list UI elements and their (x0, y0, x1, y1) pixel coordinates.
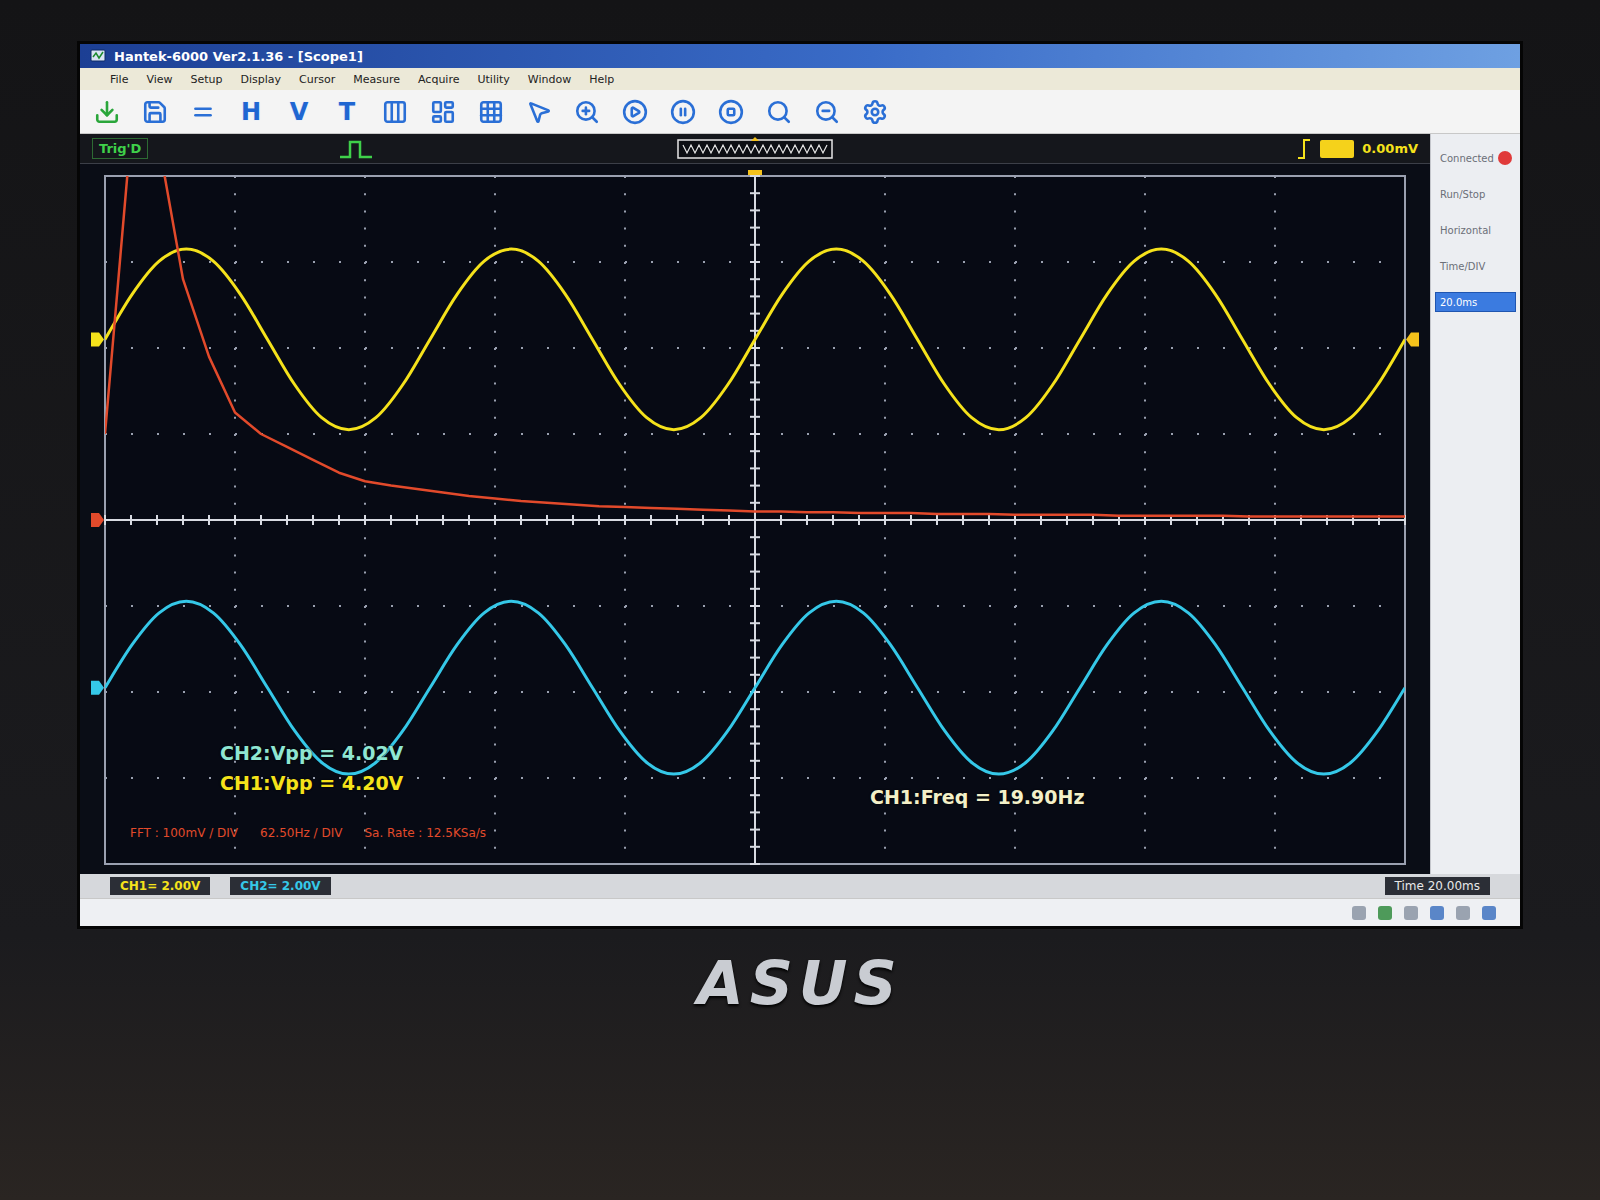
time-scale[interactable]: Time 20.00ms (1385, 877, 1490, 895)
menu-item[interactable]: Window (528, 73, 571, 86)
ch1-trace (105, 249, 1405, 430)
toolbar-icon (574, 99, 600, 125)
tray-icon[interactable] (1378, 906, 1392, 920)
toolbar-icon (142, 99, 168, 125)
measurement: CH2:Vpp = 4.02V (220, 742, 403, 764)
toolbar-icon (670, 99, 696, 125)
menu-item[interactable]: Acquire (418, 73, 459, 86)
toolbar-button[interactable] (666, 95, 700, 129)
fft-info-text: Sa. Rate : 12.5KSa/s (364, 826, 486, 840)
tray-icon[interactable] (1482, 906, 1496, 920)
plot-frame: CH2:Vpp = 4.02V CH1:Vpp = 4.20V CH1:Freq =… (80, 164, 1430, 874)
toolbar-icon (814, 99, 840, 125)
channel-scale[interactable]: CH1= 2.00V (110, 877, 210, 895)
menu-item[interactable]: View (146, 73, 172, 86)
trigger-slope-icon (1296, 138, 1312, 160)
scope-plot[interactable] (90, 170, 1420, 870)
menu-item[interactable]: Help (589, 73, 614, 86)
fft-info-text: 62.50Hz / DIV (260, 826, 342, 840)
toolbar-button[interactable] (90, 95, 124, 129)
trigger-strip: Trig'D 0.00mV (80, 134, 1430, 164)
side-item[interactable]: Connected (1435, 148, 1516, 168)
pulse-icon (338, 138, 374, 160)
toolbar-icon (526, 99, 552, 125)
tray-icon[interactable] (1352, 906, 1366, 920)
ch2-trace (105, 601, 1405, 774)
tray-icon[interactable] (1456, 906, 1470, 920)
toolbar-button[interactable]: V (282, 95, 316, 129)
plot-area (105, 176, 1405, 864)
lower-bezel: ASUS (80, 926, 1520, 1018)
toolbar-button[interactable]: T (330, 95, 364, 129)
menu-item[interactable]: Display (241, 73, 282, 86)
toolbar-button[interactable] (570, 95, 604, 129)
scope-window: Hantek-6000 Ver2.1.36 - [Scope1] File View… (80, 44, 1520, 926)
toolbar-button[interactable]: H (234, 95, 268, 129)
menu-bar: File View Setup Display Cursor Measure Acquire… (80, 68, 1520, 90)
menu-item[interactable]: Utility (477, 73, 509, 86)
status-bar: CH1= 2.00V CH2= 2.00V Time 20.00ms (80, 874, 1520, 898)
toolbar-icon (622, 99, 648, 125)
side-panel: Connected Run/Stop Horizontal Time/DIV 20.0m… (1430, 134, 1520, 874)
toolbar-icon (718, 99, 744, 125)
toolbar-icon (766, 99, 792, 125)
toolbar-icon (430, 99, 456, 125)
laptop: Hantek-6000 Ver2.1.36 - [Scope1] File View… (0, 0, 1600, 1200)
menu-item[interactable]: Setup (191, 73, 223, 86)
toolbar-icon (478, 99, 504, 125)
side-field[interactable]: 20.0ms (1435, 292, 1516, 312)
toolbar: HVT (80, 90, 1520, 134)
toolbar-button[interactable] (474, 95, 508, 129)
trigger-source-swatch (1320, 140, 1354, 158)
fft-trace (105, 176, 1405, 517)
toolbar-button[interactable] (186, 95, 220, 129)
toolbar-button[interactable] (378, 95, 412, 129)
trigger-status: Trig'D (92, 138, 148, 159)
toolbar-icon (94, 99, 120, 125)
tray-icon[interactable] (1430, 906, 1444, 920)
toolbar-button[interactable] (426, 95, 460, 129)
channel-marker-icon[interactable] (91, 513, 104, 527)
channel-marker-icon[interactable] (91, 332, 104, 346)
toolbar-button[interactable] (618, 95, 652, 129)
fft-info-text: FFT : 100mV / DIV (130, 826, 238, 840)
title-bar[interactable]: Hantek-6000 Ver2.1.36 - [Scope1] (80, 44, 1520, 68)
toolbar-button[interactable] (714, 95, 748, 129)
channel-scale[interactable]: CH2= 2.00V (230, 877, 330, 895)
toolbar-button[interactable] (762, 95, 796, 129)
measurement: CH1:Freq = 19.90Hz (870, 786, 1085, 808)
channel-marker-icon[interactable] (91, 681, 104, 695)
toolbar-button[interactable] (858, 95, 892, 129)
measurement: CH1:Vpp = 4.20V (220, 772, 403, 794)
app-icon (90, 48, 106, 64)
side-item: Horizontal (1435, 220, 1516, 240)
brand-logo: ASUS (697, 948, 903, 1018)
grid (105, 176, 1405, 864)
toolbar-icon (382, 99, 408, 125)
side-item: Run/Stop (1435, 184, 1516, 204)
status-dot-icon (1498, 151, 1512, 165)
trigger-level: 0.00mV (1362, 141, 1418, 156)
menu-item[interactable]: Cursor (299, 73, 335, 86)
tray-icon[interactable] (1404, 906, 1418, 920)
scope-area: Trig'D 0.00mV CH2:Vpp = 4.02V CH1:Vpp = 4.2… (80, 134, 1430, 874)
timebase-window-icon[interactable] (677, 137, 833, 161)
menu-item[interactable]: Measure (353, 73, 400, 86)
trigger-level-icon[interactable] (1406, 332, 1419, 346)
toolbar-icon (190, 99, 216, 125)
toolbar-button[interactable] (138, 95, 172, 129)
side-item: Time/DIV (1435, 256, 1516, 276)
fft-info: FFT : 100mV / DIV 62.50Hz / DIV Sa. Rate :… (130, 826, 486, 840)
measurement-group: CH1:Freq = 19.90Hz (870, 786, 1085, 808)
toolbar-icon (862, 99, 888, 125)
measurement-group: CH2:Vpp = 4.02V CH1:Vpp = 4.20V (220, 742, 403, 794)
taskbar (80, 898, 1520, 926)
toolbar-button[interactable] (810, 95, 844, 129)
menu-item[interactable]: File (110, 73, 128, 86)
window-title: Hantek-6000 Ver2.1.36 - [Scope1] (114, 49, 363, 64)
toolbar-button[interactable] (522, 95, 556, 129)
